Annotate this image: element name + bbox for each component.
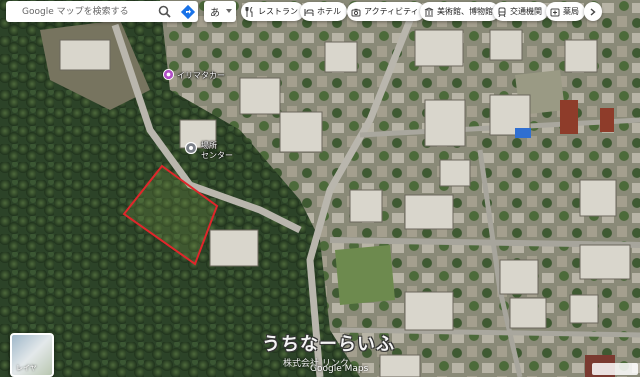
hotel-icon [304,8,314,16]
layers-label: レイヤ [16,364,37,372]
chip-label: レストラン [258,7,298,16]
chip-museums[interactable]: 美術館、博物館 [420,2,499,21]
input-mode-selector[interactable]: あ [204,1,236,22]
chip-label: 交通機関 [510,7,542,16]
search-box [6,1,198,22]
pin-icon[interactable] [163,69,174,80]
satellite-map[interactable] [0,0,640,377]
chip-pharmacy[interactable]: 薬局 [546,2,585,21]
watermark-title: うちなーらいふ [262,334,395,355]
more-chips-button[interactable] [584,2,602,21]
museum-icon [424,6,434,16]
chip-restaurant[interactable]: レストラン [241,2,304,21]
chip-label: 美術館、博物館 [437,7,493,16]
blue-roof [515,128,531,138]
chip-transit[interactable]: 交通機関 [493,2,548,21]
pin-icon[interactable] [185,142,197,154]
chevron-right-icon [590,7,596,16]
directions-icon[interactable] [180,4,196,20]
chip-activities[interactable]: アクティビティ [347,2,425,21]
camera-icon [351,8,361,16]
poi-label[interactable]: センター [201,150,233,161]
input-mode-label: あ [210,8,220,19]
chip-label: 薬局 [563,7,579,16]
map-attribution: Google Maps [310,364,369,374]
chip-hotel[interactable]: ホテル [300,2,347,21]
search-icon[interactable] [157,4,173,20]
chevron-down-icon [226,9,232,13]
pharmacy-icon [550,8,560,16]
restaurant-icon [245,6,253,17]
chip-label: ホテル [317,7,341,16]
poi-label[interactable]: イリマタカー [177,70,225,81]
search-input[interactable] [20,5,152,18]
top-bar: あ レストラン ホテル アクティビティ 美術館、博物館 交通機関 薬局 [0,0,640,24]
layers-button[interactable]: レイヤ [10,333,54,377]
chip-label: アクティビティ [364,7,419,16]
transit-icon [498,7,506,17]
map-footer-controls[interactable] [592,363,638,375]
